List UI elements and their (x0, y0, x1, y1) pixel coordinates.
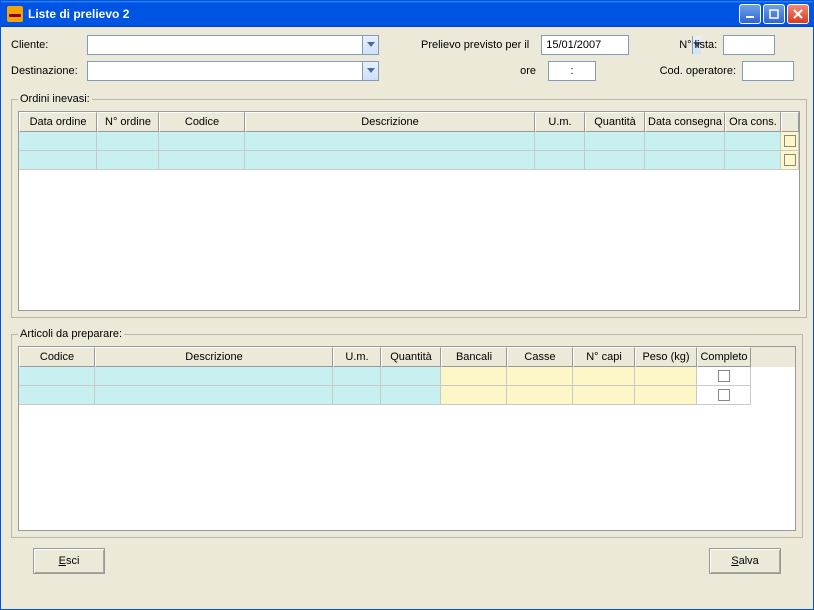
ordini-inevasi-legend: Ordini inevasi: (18, 93, 92, 105)
prelievo-date-dropdown[interactable] (541, 35, 629, 55)
col2-bancali[interactable]: Bancali (441, 347, 507, 367)
col2-peso[interactable]: Peso (kg) (635, 347, 697, 367)
row-checkbox[interactable] (718, 370, 730, 382)
ordini-inevasi-grid[interactable]: Data ordine N° ordine Codice Descrizione… (18, 111, 800, 311)
col2-quantita[interactable]: Quantità (381, 347, 441, 367)
table-row[interactable] (19, 132, 799, 151)
nlista-input[interactable] (723, 35, 775, 55)
app-window: Liste di prelievo 2 Cliente: Prelievo (0, 0, 814, 610)
codop-label: Cod. operatore: (658, 65, 736, 77)
chevron-down-icon[interactable] (362, 62, 378, 80)
col2-casse[interactable]: Casse (507, 347, 573, 367)
col2-um[interactable]: U.m. (333, 347, 381, 367)
articoli-preparare-grid[interactable]: Codice Descrizione U.m. Quantità Bancali… (18, 346, 796, 531)
col2-completo[interactable]: Completo (697, 347, 751, 367)
esci-label-rest: sci (66, 555, 79, 567)
salva-button[interactable]: Salva (709, 548, 781, 574)
chevron-down-icon[interactable] (362, 36, 378, 54)
nlista-label: N° lista: (659, 39, 717, 51)
ore-input[interactable] (548, 61, 596, 81)
col-codice[interactable]: Codice (159, 112, 245, 132)
codop-input[interactable] (742, 61, 794, 81)
col2-descrizione[interactable]: Descrizione (95, 347, 333, 367)
row-checkbox[interactable] (784, 135, 796, 147)
esci-button[interactable]: Esci (33, 548, 105, 574)
articoli-preparare-group: Articoli da preparare: Codice Descrizion… (11, 328, 803, 538)
col-n-ordine[interactable]: N° ordine (97, 112, 159, 132)
col-ora-cons[interactable]: Ora cons. (725, 112, 781, 132)
cliente-dropdown[interactable] (87, 35, 379, 55)
app-icon (7, 6, 23, 22)
maximize-button[interactable] (763, 4, 785, 24)
ordini-inevasi-group: Ordini inevasi: Data ordine N° ordine Co… (11, 93, 807, 318)
ore-label: ore (421, 65, 536, 77)
titlebar[interactable]: Liste di prelievo 2 (1, 1, 813, 27)
destinazione-label: Destinazione: (11, 65, 81, 77)
salva-label-rest: alva (739, 555, 759, 567)
destinazione-input[interactable] (88, 65, 362, 77)
col-data-consegna[interactable]: Data consegna (645, 112, 725, 132)
minimize-button[interactable] (739, 4, 761, 24)
row-checkbox[interactable] (718, 389, 730, 401)
col-um[interactable]: U.m. (535, 112, 585, 132)
close-button[interactable] (787, 4, 809, 24)
window-title: Liste di prelievo 2 (28, 7, 739, 21)
table-row[interactable] (19, 151, 799, 170)
articoli-preparare-legend: Articoli da preparare: (18, 328, 124, 340)
footer: Esci Salva (11, 538, 803, 586)
cliente-label: Cliente: (11, 39, 81, 51)
col-data-ordine[interactable]: Data ordine (19, 112, 97, 132)
table-row[interactable] (19, 386, 795, 405)
col-quantita[interactable]: Quantità (585, 112, 645, 132)
col-descrizione[interactable]: Descrizione (245, 112, 535, 132)
cliente-input[interactable] (88, 39, 362, 51)
col2-ncapi[interactable]: N° capi (573, 347, 635, 367)
prelievo-label: Prelievo previsto per il (421, 39, 529, 51)
destinazione-dropdown[interactable] (87, 61, 379, 81)
row-checkbox[interactable] (784, 154, 796, 166)
col2-codice[interactable]: Codice (19, 347, 95, 367)
content-area: Cliente: Prelievo previsto per il N° lis… (1, 27, 813, 609)
col-check (781, 112, 799, 132)
table-row[interactable] (19, 367, 795, 386)
